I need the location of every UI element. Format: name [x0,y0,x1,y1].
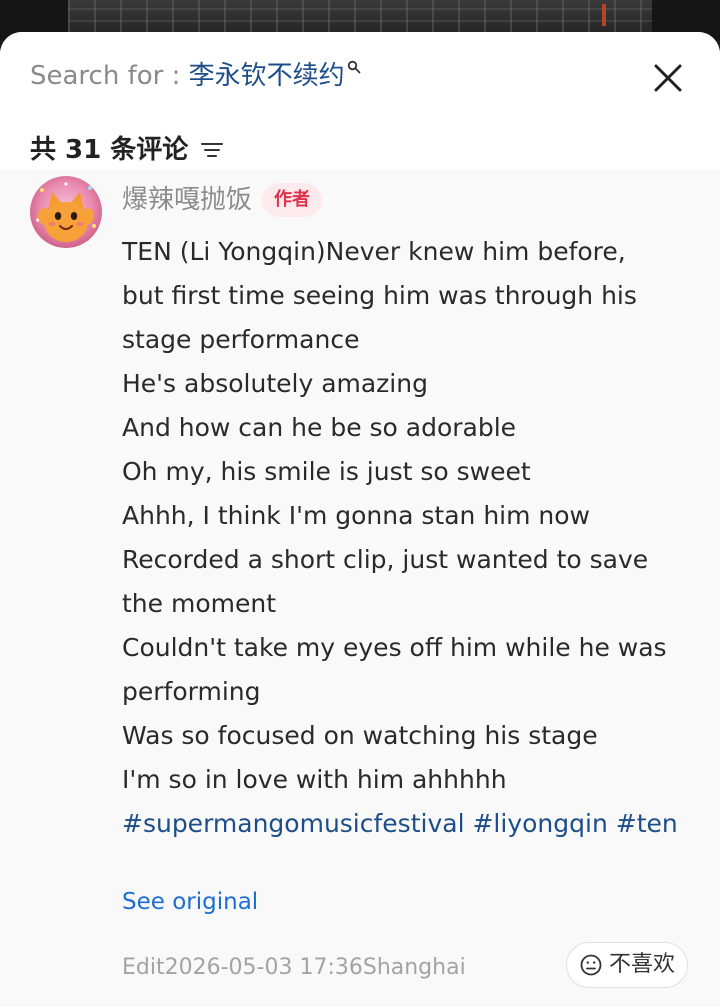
comments-sheet: Search for : 李永钦不续约 共 31 条评论 爆辣嘎抛饭 作者 TE… [0,32,720,1007]
comment-line: Was so focused on watching his stage [122,721,598,750]
comment-line: Oh my, his smile is just so sweet [122,457,531,486]
author-badge: 作者 [262,183,323,217]
hashtag-link[interactable]: #supermangomusicfestival [122,809,465,838]
sheet-header: Search for : 李永钦不续约 共 31 条评论 [0,32,720,170]
hashtag-link[interactable]: #ten [616,809,678,838]
search-query-link[interactable]: 李永钦不续约 [189,56,345,96]
comment-line: TEN (Li Yongqin)Never knew him before, [122,237,626,266]
comment-line: He's absolutely amazing [122,369,428,398]
comment-line: Couldn't take my eyes off him while he w… [122,633,667,662]
background-stage-image [68,0,652,34]
comment-count-row: 共 31 条评论 [30,130,224,170]
comment-count: 共 31 条评论 [30,135,189,165]
comment-line: the moment [122,589,277,618]
search-icon [347,60,361,74]
background-accent [602,4,606,26]
hashtag-link[interactable]: #liyongqin [472,809,607,838]
cartoon-cat-avatar-icon [30,176,102,248]
comment-line: Ahhh, I think I'm gonna stan him now [122,501,590,530]
comment-line: performing [122,677,261,706]
search-suggestion[interactable]: Search for : 李永钦不续约 [30,56,361,96]
comment-line: Recorded a short clip, just wanted to sa… [122,545,649,574]
dislike-button[interactable]: 不喜欢 [566,942,688,988]
close-icon[interactable] [648,58,688,98]
author-name[interactable]: 爆辣嘎抛饭 [122,178,252,222]
sort-filter-icon[interactable] [200,138,224,162]
author-row: 爆辣嘎抛饭 作者 [122,178,323,222]
comment-body: TEN (Li Yongqin)Never knew him before, b… [122,230,702,846]
dislike-label: 不喜欢 [608,952,675,977]
comment-line: I'm so in love with him ahhhhh [122,765,507,794]
hashtag-row: #supermangomusicfestival #liyongqin #ten [122,802,702,846]
comment-line: stage performance [122,325,360,354]
search-prefix: Search for : [30,61,189,91]
comment-line: but first time seeing him was through hi… [122,281,637,310]
comment-line: And how can he be so adorable [122,413,517,442]
edit-timestamp-location: Edit2026-05-03 17:36Shanghai [122,955,466,980]
see-original-link[interactable]: See original [122,880,258,924]
frown-face-icon [580,954,602,976]
avatar[interactable] [30,176,102,248]
